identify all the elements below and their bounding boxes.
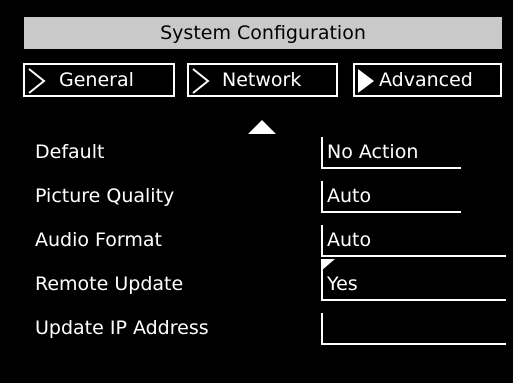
tab-network[interactable]: Network — [187, 63, 338, 97]
remote-update-field[interactable]: Yes — [321, 259, 506, 301]
tab-general[interactable]: General — [23, 63, 175, 97]
setting-label-default: Default — [35, 141, 105, 163]
tab-advanced[interactable]: Advanced — [353, 63, 502, 97]
tab-advanced-label: Advanced — [379, 69, 473, 91]
audio-format-value: Auto — [327, 229, 372, 251]
setting-label-picture-quality: Picture Quality — [35, 185, 175, 207]
setting-label-update-ip-address: Update IP Address — [35, 317, 209, 339]
page-title: System Configuration — [24, 17, 502, 49]
remote-update-value: Yes — [327, 273, 358, 295]
triangle-up-icon[interactable] — [248, 120, 276, 134]
chevron-right-icon — [192, 68, 210, 94]
solid-triangle-right-icon — [358, 69, 374, 93]
audio-format-field[interactable]: Auto — [321, 225, 506, 257]
setting-label-remote-update: Remote Update — [35, 273, 184, 295]
chevron-right-icon — [28, 68, 46, 94]
setting-label-audio-format: Audio Format — [35, 229, 162, 251]
picture-quality-field[interactable]: Auto — [321, 181, 461, 213]
tab-general-label: General — [59, 69, 134, 91]
tab-network-label: Network — [222, 69, 302, 91]
picture-quality-value: Auto — [327, 185, 372, 207]
default-action-value: No Action — [327, 141, 419, 163]
update-ip-address-field[interactable] — [321, 313, 506, 345]
default-action-field[interactable]: No Action — [321, 137, 461, 169]
